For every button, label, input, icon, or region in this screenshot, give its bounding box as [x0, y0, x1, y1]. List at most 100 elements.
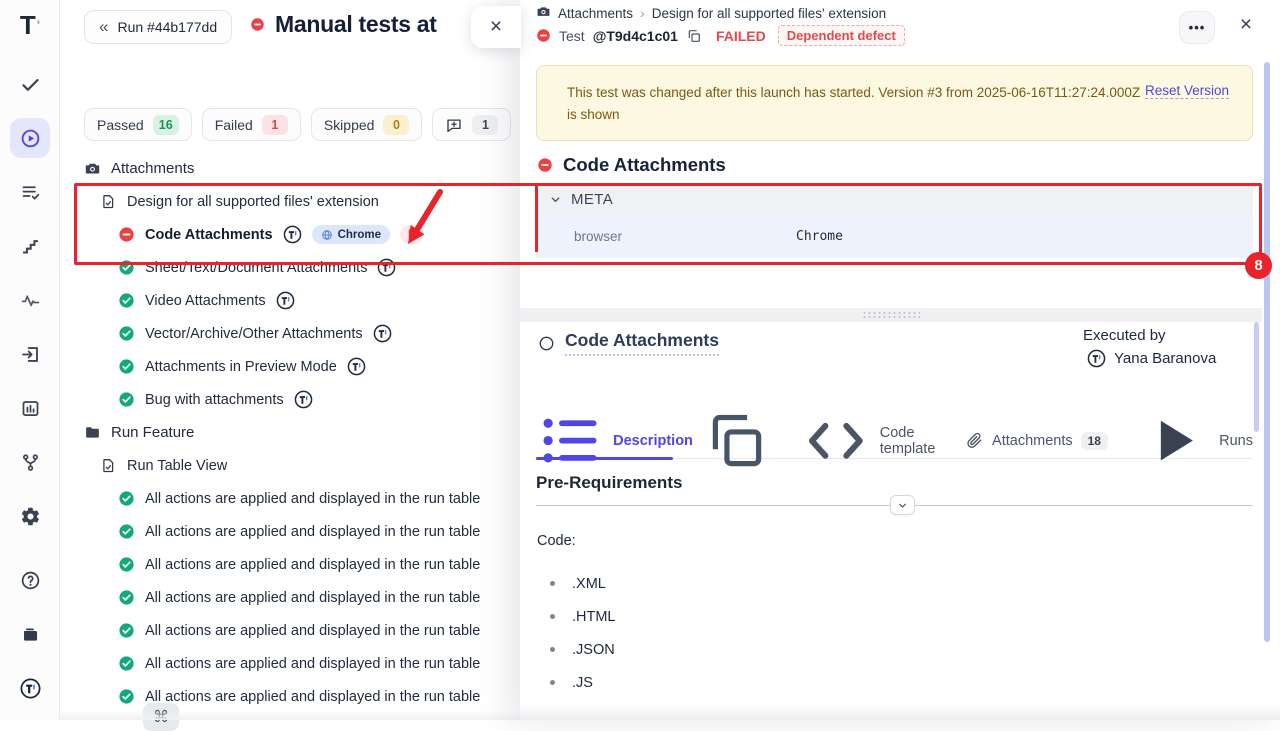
test-id[interactable]: @T9d4c1c01	[593, 28, 678, 44]
tree-item-label: Code Attachments	[145, 227, 273, 243]
rail-item-analytics[interactable]	[10, 388, 50, 428]
comments-filter-button[interactable]: 1	[432, 108, 511, 141]
warning-text: This test was changed after this launch …	[567, 82, 1142, 125]
collapse-section-button[interactable]	[890, 495, 915, 515]
bullet-icon	[550, 647, 555, 652]
bullet-icon	[550, 614, 555, 619]
tree-test-row[interactable]: All actions are applied and displayed in…	[60, 680, 520, 713]
bullet-icon	[550, 581, 555, 586]
tree-suite-row[interactable]: Attachments	[60, 152, 520, 185]
tab-code-template[interactable]: Code template	[800, 423, 935, 458]
tree-item-label: All actions are applied and displayed in…	[145, 590, 480, 606]
rail-item-run-play[interactable]	[10, 118, 50, 158]
rail-item-list-check[interactable]	[10, 172, 50, 212]
tree-item-label: All actions are applied and displayed in…	[145, 491, 480, 507]
rail-item-steps[interactable]	[10, 226, 50, 266]
folder-icon	[84, 424, 101, 441]
tree-test-row[interactable]: Code AttachmentsChromeD	[60, 218, 520, 251]
rail-item-pulse[interactable]	[10, 280, 50, 320]
meta-header[interactable]: META	[536, 184, 1253, 214]
list-item: .JSON	[536, 633, 616, 666]
tree-suite-row[interactable]: Run Feature	[60, 416, 520, 449]
meta-title: META	[571, 191, 613, 208]
play-icon	[1138, 404, 1211, 477]
passed-status-icon	[118, 391, 135, 408]
rail-item-check[interactable]	[10, 64, 50, 104]
tree-test-row[interactable]: All actions are applied and displayed in…	[60, 548, 520, 581]
code-icon	[800, 405, 872, 477]
tree-test-row[interactable]: Bug with attachments	[60, 383, 520, 416]
tree-suite-row[interactable]: Design for all supported files' extensio…	[60, 185, 520, 218]
breadcrumb-page[interactable]: Design for all supported files' extensio…	[652, 6, 886, 21]
filter-label: Passed	[97, 117, 144, 133]
tree-item-label: All actions are applied and displayed in…	[145, 623, 480, 639]
copy-icon[interactable]	[686, 28, 702, 44]
tab-description[interactable]: Description	[536, 423, 770, 458]
detail-close-tab[interactable]: ×	[471, 6, 521, 48]
page-scrollbar[interactable]	[1264, 62, 1270, 642]
breadcrumb-root[interactable]: Attachments	[558, 6, 633, 21]
meta-value: Chrome	[796, 229, 843, 244]
passed-status-icon	[118, 622, 135, 639]
step-title-row: Code Attachments	[538, 330, 719, 356]
back-to-run-button[interactable]: « Run #44b177dd	[84, 10, 232, 44]
assignee-avatar	[276, 291, 295, 310]
tab-count-badge: 18	[1081, 432, 1108, 450]
rail-item-projects-folder[interactable]	[10, 614, 50, 654]
chevron-down-icon	[549, 193, 562, 206]
reset-version-link[interactable]: Reset Version	[1145, 83, 1229, 99]
tree-item-label: Run Feature	[111, 424, 194, 441]
breadcrumb: Attachments › Design for all supported f…	[536, 4, 886, 22]
status-filters: Passed16 Failed 1 Skipped0 1	[84, 108, 500, 141]
camera-icon	[84, 160, 101, 177]
passed-status-icon	[118, 688, 135, 705]
rail-item-branch[interactable]	[10, 442, 50, 482]
tab-label: Description	[613, 433, 693, 449]
run-title: Manual tests at	[275, 11, 437, 38]
tree-item-label: Bug with attachments	[145, 392, 284, 408]
tree-test-row[interactable]: Sheet/Text/Document Attachments	[60, 251, 520, 284]
rail-item-settings-gear[interactable]	[10, 496, 50, 536]
passed-status-icon	[118, 259, 135, 276]
step-title-link[interactable]: Code Attachments	[565, 330, 719, 356]
rail-item-import[interactable]	[10, 334, 50, 374]
filter-failed-button[interactable]: Failed 1	[202, 108, 301, 141]
tree-test-row[interactable]: Vector/Archive/Other Attachments	[60, 317, 520, 350]
paperclip-icon	[965, 431, 984, 450]
tree-item-label: Run Table View	[127, 458, 227, 474]
tree-item-label: All actions are applied and displayed in…	[145, 656, 480, 672]
rail-item-profile-logo[interactable]	[10, 668, 50, 708]
tree-item-label: Sheet/Text/Document Attachments	[145, 260, 367, 276]
tree-test-row[interactable]: Attachments in Preview Mode	[60, 350, 520, 383]
filter-label: Failed	[215, 117, 253, 133]
panel-scrollbar[interactable]	[1254, 322, 1259, 432]
tree-suite-row[interactable]: Run Table View	[60, 449, 520, 482]
tree-test-row[interactable]: Video Attachments	[60, 284, 520, 317]
comment-plus-icon	[445, 116, 463, 134]
executed-by-name: Yana Baranova	[1114, 350, 1216, 367]
tree-test-row[interactable]: All actions are applied and displayed in…	[60, 614, 520, 647]
close-detail-button[interactable]: ×	[1233, 12, 1259, 38]
failed-status-icon	[536, 28, 551, 43]
tree-test-row[interactable]: All actions are applied and displayed in…	[60, 515, 520, 548]
filter-passed-button[interactable]: Passed16	[84, 108, 192, 141]
rail-item-help[interactable]	[10, 560, 50, 600]
passed-status-icon	[118, 556, 135, 573]
tree-test-row[interactable]: All actions are applied and displayed in…	[60, 482, 520, 515]
meta-section: META browserChrome	[536, 184, 1253, 258]
more-actions-button[interactable]: •••	[1179, 11, 1215, 44]
tab-runs[interactable]: Runs	[1138, 423, 1253, 458]
filter-skipped-button[interactable]: Skipped0	[311, 108, 423, 141]
tree-test-row[interactable]: All actions are applied and displayed in…	[60, 581, 520, 614]
assignee-avatar	[373, 324, 392, 343]
test-header-row: Test @T9d4c1c01 FAILED Dependent defect	[536, 25, 905, 46]
defect-badge[interactable]: Dependent defect	[778, 25, 905, 46]
resize-handle[interactable]	[520, 308, 1262, 322]
tab-attachments[interactable]: Attachments18	[965, 423, 1108, 458]
passed-status-icon	[118, 490, 135, 507]
section-title: Code Attachments	[563, 154, 726, 176]
filter-count-badge: 1	[262, 115, 288, 135]
tree-test-row[interactable]: All actions are applied and displayed in…	[60, 647, 520, 680]
app-logo[interactable]: T'	[0, 8, 60, 42]
list-item: .XML	[536, 567, 616, 600]
